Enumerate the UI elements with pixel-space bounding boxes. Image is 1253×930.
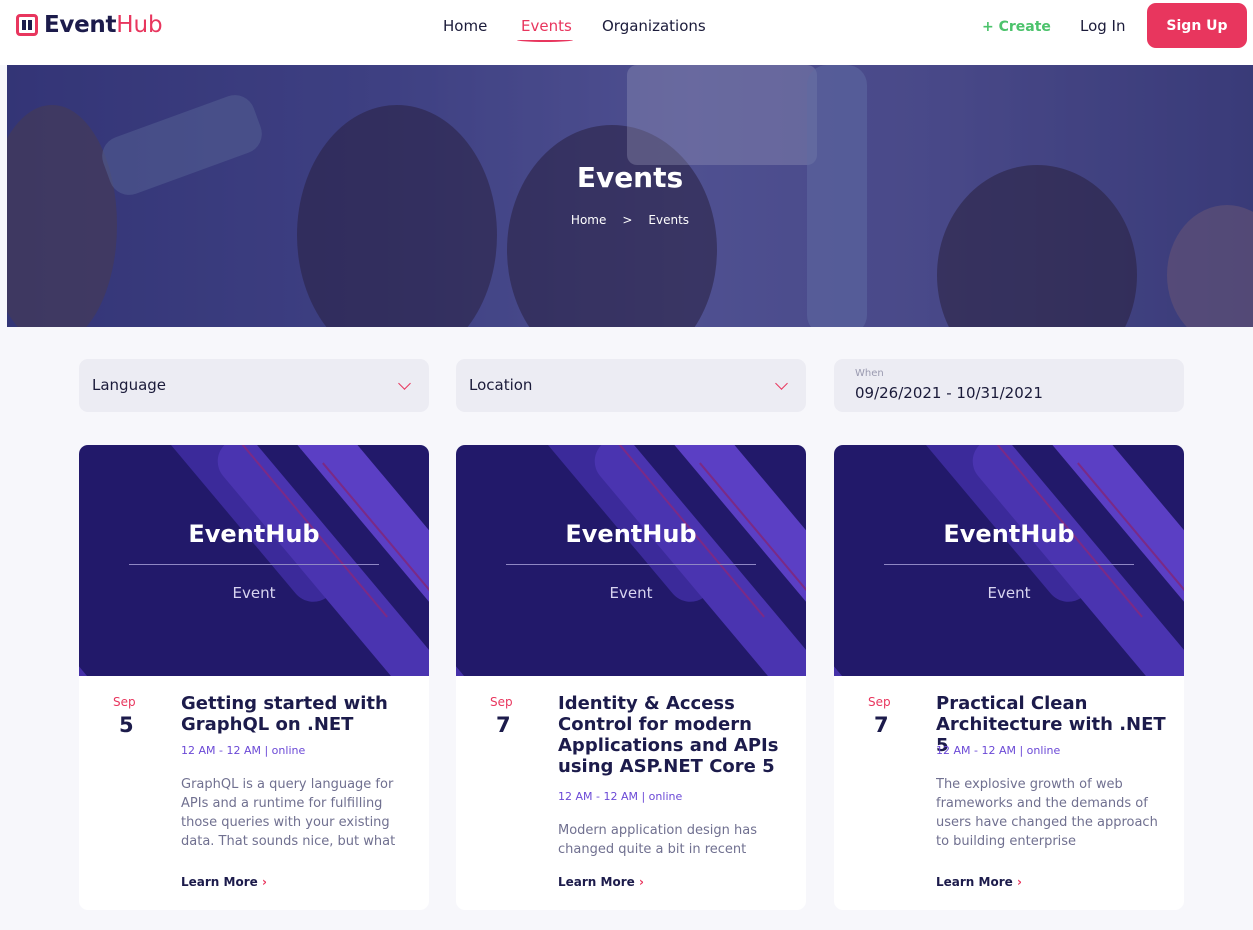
logo-text-bold: Event: [44, 12, 117, 38]
learn-more-label: Learn More: [558, 875, 635, 889]
hero-banner: Events Home > Events: [7, 65, 1253, 327]
breadcrumb: Home > Events: [7, 213, 1253, 227]
nav-events-link[interactable]: Events: [521, 16, 572, 36]
event-title[interactable]: Getting started with GraphQL on .NET: [181, 693, 411, 735]
location-select[interactable]: Location: [456, 359, 806, 412]
breadcrumb-events: Events: [648, 213, 690, 227]
event-description: GraphQL is a query language for APIs and…: [181, 777, 396, 849]
banner-subtitle: Event: [609, 584, 653, 602]
top-nav: EventHub Home Events Organizations + Cre…: [0, 0, 1253, 65]
hero-overlay: [7, 65, 1253, 327]
learn-more-link[interactable]: Learn More ›: [936, 875, 1022, 889]
event-time-location: 12 AM - 12 AM | online: [181, 744, 306, 757]
banner-divider: [506, 564, 756, 565]
login-link[interactable]: Log In: [1080, 16, 1126, 36]
nav-active-underline: [517, 38, 573, 42]
event-card[interactable]: EventHub Event Sep 7 Practical Clean Arc…: [834, 445, 1184, 910]
logo-text: EventHub: [44, 13, 163, 37]
banner-stripe: [456, 528, 553, 676]
banner-stripe: [834, 528, 931, 676]
event-month: Sep: [490, 695, 513, 709]
event-card[interactable]: EventHub Event Sep 7 Identity & Access C…: [456, 445, 806, 910]
event-month: Sep: [113, 695, 136, 709]
event-day: 7: [874, 713, 889, 737]
logo-icon: [16, 14, 38, 36]
chevron-right-icon: ›: [638, 875, 644, 889]
chevron-right-icon: ›: [1016, 875, 1022, 889]
event-month: Sep: [868, 695, 891, 709]
banner-subtitle: Event: [987, 584, 1031, 602]
language-select-label: Language: [92, 376, 167, 394]
page-title: Events: [576, 161, 684, 194]
event-title[interactable]: Identity & Access Control for modern App…: [558, 693, 788, 777]
event-time-location: 12 AM - 12 AM | online: [558, 790, 683, 803]
date-range-field[interactable]: When 09/26/2021 - 10/31/2021: [834, 359, 1184, 412]
banner-divider: [884, 564, 1134, 565]
breadcrumb-separator: >: [622, 213, 633, 227]
banner-subtitle: Event: [232, 584, 276, 602]
logo[interactable]: EventHub: [16, 13, 163, 37]
nav-home-link[interactable]: Home: [443, 16, 487, 36]
language-select[interactable]: Language: [79, 359, 429, 412]
banner-stripe: [79, 528, 176, 676]
breadcrumb-home[interactable]: Home: [571, 213, 606, 227]
learn-more-label: Learn More: [181, 875, 258, 889]
event-card-banner: EventHub Event: [79, 445, 429, 676]
banner-title: EventHub: [943, 520, 1075, 548]
banner-divider: [129, 564, 379, 565]
event-day: 5: [119, 713, 134, 737]
chevron-down-icon: [398, 377, 411, 390]
logo-text-light: Hub: [116, 12, 163, 38]
create-link[interactable]: + Create: [982, 17, 1051, 37]
date-range-label: When: [855, 368, 884, 379]
event-time-location: 12 AM - 12 AM | online: [936, 744, 1061, 757]
learn-more-label: Learn More: [936, 875, 1013, 889]
date-range-value: 09/26/2021 - 10/31/2021: [855, 384, 1043, 402]
event-card-banner: EventHub Event: [834, 445, 1184, 676]
event-description: The explosive growth of web frameworks a…: [936, 777, 1158, 849]
banner-title: EventHub: [188, 520, 320, 548]
event-card-banner: EventHub Event: [456, 445, 806, 676]
chevron-right-icon: ›: [261, 875, 267, 889]
learn-more-link[interactable]: Learn More ›: [558, 875, 644, 889]
signup-button[interactable]: Sign Up: [1147, 3, 1247, 48]
event-description: Modern application design has changed qu…: [558, 823, 757, 857]
location-select-label: Location: [469, 376, 533, 394]
learn-more-link[interactable]: Learn More ›: [181, 875, 267, 889]
chevron-down-icon: [775, 377, 788, 390]
nav-organizations-link[interactable]: Organizations: [602, 16, 706, 36]
banner-title: EventHub: [565, 520, 697, 548]
event-day: 7: [496, 713, 511, 737]
event-card[interactable]: EventHub Event Sep 5 Getting started wit…: [79, 445, 429, 910]
